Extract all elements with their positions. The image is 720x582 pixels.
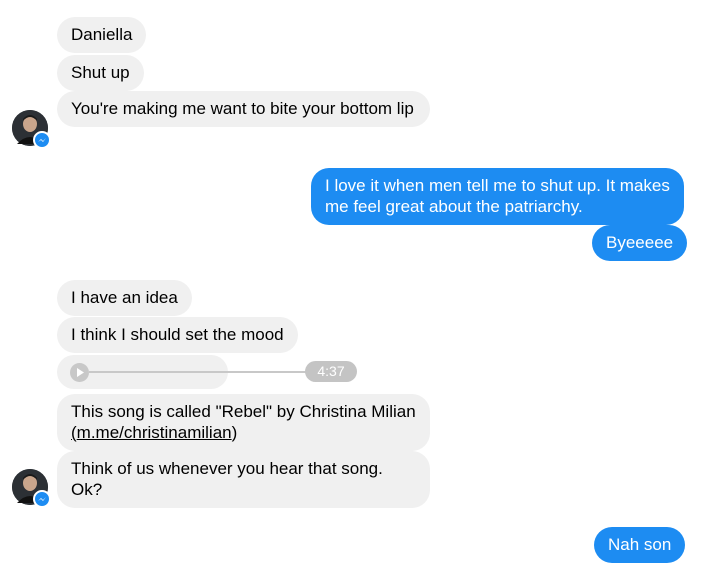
- incoming-message[interactable]: You're making me want to bite your botto…: [57, 91, 430, 127]
- message-text: Nah son: [608, 535, 672, 554]
- outgoing-message[interactable]: I love it when men tell me to shut up. I…: [311, 168, 684, 225]
- incoming-message[interactable]: Daniella: [57, 17, 147, 53]
- contact-avatar[interactable]: [12, 110, 51, 149]
- audio-duration: 4:37: [305, 361, 357, 382]
- link-close: ): [231, 423, 238, 442]
- outgoing-message[interactable]: Nah son: [594, 527, 686, 563]
- message-text: Think of us whenever you hear that song.…: [71, 459, 383, 499]
- incoming-message[interactable]: This song is called "Rebel" by Christina…: [57, 394, 430, 451]
- audio-message[interactable]: 4:37: [57, 355, 357, 389]
- message-text: I love it when men tell me to shut up. I…: [325, 176, 670, 216]
- message-text: Daniella: [71, 25, 133, 44]
- outgoing-message[interactable]: Byeeeee: [592, 225, 688, 261]
- contact-avatar[interactable]: [12, 469, 51, 508]
- play-icon[interactable]: [70, 363, 89, 382]
- message-text: I have an idea: [71, 288, 178, 307]
- messenger-badge-icon: [33, 490, 51, 508]
- message-text: You're making me want to bite your botto…: [71, 99, 414, 118]
- audio-track[interactable]: [89, 371, 307, 373]
- message-text: I think I should set the mood: [71, 325, 284, 344]
- song-link[interactable]: (m.me/christinamilian: [71, 423, 232, 442]
- message-text: This song is called "Rebel" by Christina…: [71, 402, 416, 421]
- incoming-message[interactable]: I have an idea: [57, 280, 192, 316]
- message-text: Byeeeee: [606, 233, 674, 252]
- message-text: Shut up: [71, 63, 130, 82]
- incoming-message[interactable]: Think of us whenever you hear that song.…: [57, 451, 430, 508]
- messenger-badge-icon: [33, 131, 51, 149]
- incoming-message[interactable]: I think I should set the mood: [57, 317, 298, 353]
- incoming-message[interactable]: Shut up: [57, 55, 144, 91]
